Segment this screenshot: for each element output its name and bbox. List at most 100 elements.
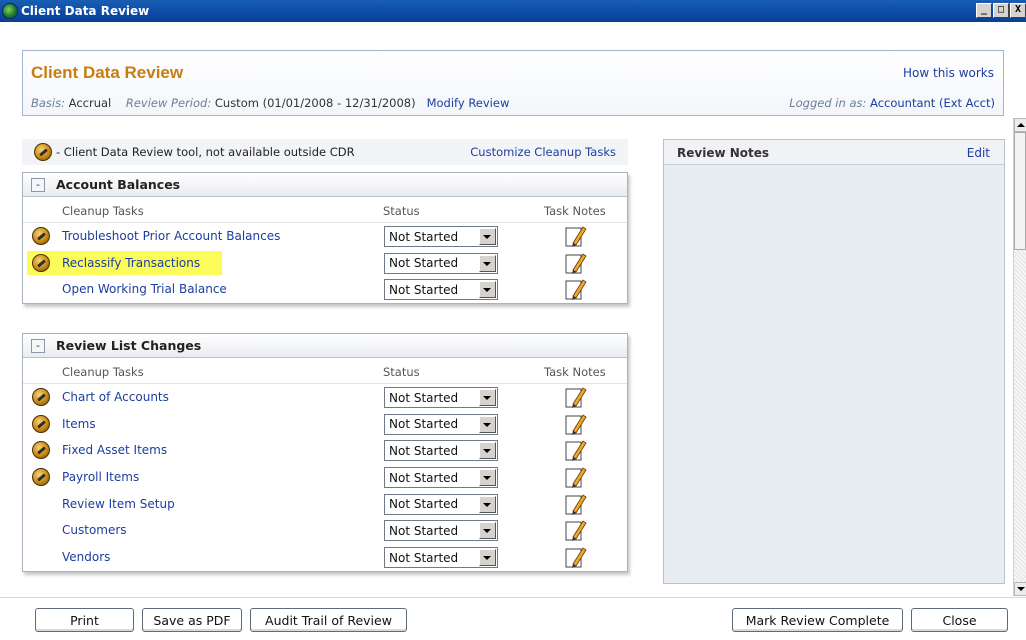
task-note-pencil-icon[interactable]	[565, 545, 587, 569]
task-link[interactable]: Customers	[62, 523, 127, 537]
status-value: Not Started	[389, 550, 459, 565]
collapse-button[interactable]: -	[31, 177, 45, 192]
review-header: Client Data Review How this works Basis:…	[22, 50, 1004, 116]
status-dropdown[interactable]: Not Started	[384, 440, 498, 462]
task-row: Reclassify Transactions Not Started	[23, 250, 627, 277]
task-row: Items Not Started	[23, 411, 627, 438]
mark-review-complete-button[interactable]: Mark Review Complete	[732, 608, 903, 632]
close-button[interactable]: Close	[911, 608, 1008, 632]
dropdown-arrow-icon[interactable]	[479, 495, 496, 513]
logged-in-label: Logged in as:	[789, 96, 867, 110]
cdr-tool-icon	[32, 441, 50, 460]
status-value: Not Started	[389, 523, 459, 538]
review-period-value: Custom (01/01/2008 - 12/31/2008)	[214, 96, 416, 110]
status-value: Not Started	[389, 256, 459, 271]
status-value: Not Started	[389, 229, 459, 244]
collapse-button[interactable]: -	[31, 338, 45, 353]
vertical-scrollbar[interactable]	[1013, 118, 1026, 596]
col-status: Status	[383, 204, 420, 218]
task-link[interactable]: Review Item Setup	[62, 497, 175, 511]
scroll-up-button[interactable]	[1014, 118, 1026, 132]
review-info-line: Basis: Accrual Review Period: Custom (01…	[31, 96, 509, 110]
logged-in-user: Accountant (Ext Acct)	[870, 96, 995, 110]
task-note-pencil-icon[interactable]	[565, 492, 587, 516]
section-header: - Account Balances	[23, 173, 627, 197]
dropdown-arrow-icon[interactable]	[479, 549, 496, 567]
cdr-tool-icon	[32, 227, 50, 245]
task-row: Open Working Trial Balance Not Started	[23, 276, 627, 303]
task-link[interactable]: Items	[62, 417, 96, 431]
status-dropdown[interactable]: Not Started	[384, 279, 498, 301]
scroll-down-button[interactable]	[1014, 582, 1026, 596]
save-as-pdf-button[interactable]: Save as PDF	[142, 608, 242, 632]
status-dropdown[interactable]: Not Started	[384, 547, 498, 569]
column-header-row: Cleanup Tasks Status Task Notes	[23, 358, 627, 384]
status-dropdown[interactable]: Not Started	[384, 413, 498, 435]
audit-trail-button[interactable]: Audit Trail of Review	[250, 608, 407, 632]
basis-value: Accrual	[68, 96, 112, 110]
minimize-button[interactable]: _	[976, 3, 992, 18]
tool-legend-text: - Client Data Review tool, not available…	[56, 145, 355, 159]
page-title: Client Data Review	[31, 63, 184, 82]
task-note-pencil-icon[interactable]	[565, 465, 587, 489]
window-titlebar[interactable]: Client Data Review _ □ X	[0, 0, 1026, 22]
window-title: Client Data Review	[21, 4, 150, 18]
dropdown-arrow-icon[interactable]	[479, 254, 496, 272]
status-value: Not Started	[389, 417, 459, 432]
maximize-button[interactable]: □	[993, 3, 1009, 18]
status-dropdown[interactable]: Not Started	[384, 387, 498, 408]
customize-cleanup-tasks-link[interactable]: Customize Cleanup Tasks	[470, 145, 616, 159]
status-dropdown[interactable]: Not Started	[384, 226, 498, 247]
review-notes-title: Review Notes	[677, 146, 770, 160]
dropdown-arrow-icon[interactable]	[479, 522, 496, 540]
task-note-pencil-icon[interactable]	[565, 518, 587, 542]
task-note-pencil-icon[interactable]	[565, 277, 587, 301]
task-note-pencil-icon[interactable]	[565, 412, 587, 436]
review-notes-header: Review Notes Edit	[664, 140, 1004, 165]
how-this-works-link[interactable]: How this works	[903, 66, 994, 80]
task-link[interactable]: Vendors	[62, 550, 110, 564]
dropdown-arrow-icon[interactable]	[479, 442, 496, 460]
task-link[interactable]: Chart of Accounts	[62, 390, 169, 404]
task-row: Chart of Accounts Not Started	[23, 384, 627, 411]
task-link[interactable]: Payroll Items	[62, 470, 139, 484]
cdr-tool-icon	[32, 388, 50, 406]
dropdown-arrow-icon[interactable]	[479, 281, 496, 299]
cdr-tool-icon	[34, 143, 52, 161]
logged-in-line: Logged in as: Accountant (Ext Acct)	[789, 96, 995, 110]
status-dropdown[interactable]: Not Started	[384, 493, 498, 515]
status-dropdown[interactable]: Not Started	[384, 520, 498, 542]
dropdown-arrow-icon[interactable]	[479, 469, 496, 487]
task-note-pencil-icon[interactable]	[565, 438, 587, 462]
section-account-balances: - Account Balances Cleanup Tasks Status Task…	[22, 172, 628, 305]
section-header: - Review List Changes	[23, 334, 627, 358]
task-link[interactable]: Troubleshoot Prior Account Balances	[62, 229, 280, 243]
modify-review-link[interactable]: Modify Review	[427, 96, 510, 110]
review-notes-edit-link[interactable]: Edit	[967, 146, 990, 160]
task-note-pencil-icon[interactable]	[565, 385, 587, 409]
task-row: Customers Not Started	[23, 517, 627, 544]
dropdown-arrow-icon[interactable]	[479, 389, 496, 406]
dropdown-arrow-icon[interactable]	[479, 228, 496, 245]
col-cleanup-tasks: Cleanup Tasks	[62, 365, 144, 379]
status-dropdown[interactable]: Not Started	[384, 252, 498, 274]
scroll-thumb[interactable]	[1014, 132, 1026, 250]
dropdown-arrow-icon[interactable]	[479, 415, 496, 433]
print-button[interactable]: Print	[35, 608, 134, 632]
globe-icon	[2, 3, 18, 19]
col-task-notes: Task Notes	[544, 204, 606, 218]
task-note-pencil-icon[interactable]	[565, 224, 587, 248]
task-link[interactable]: Reclassify Transactions	[62, 256, 200, 270]
col-task-notes: Task Notes	[544, 365, 606, 379]
task-note-pencil-icon[interactable]	[565, 251, 587, 275]
status-value: Not Started	[389, 497, 459, 512]
status-value: Not Started	[389, 390, 459, 405]
close-window-button[interactable]: X	[1010, 3, 1026, 18]
status-value: Not Started	[389, 470, 459, 485]
task-link[interactable]: Open Working Trial Balance	[62, 282, 227, 296]
col-cleanup-tasks: Cleanup Tasks	[62, 204, 144, 218]
task-link[interactable]: Fixed Asset Items	[62, 443, 167, 457]
tool-legend: - Client Data Review tool, not available…	[22, 139, 628, 165]
section-title: Account Balances	[56, 177, 181, 192]
status-dropdown[interactable]: Not Started	[384, 467, 498, 489]
